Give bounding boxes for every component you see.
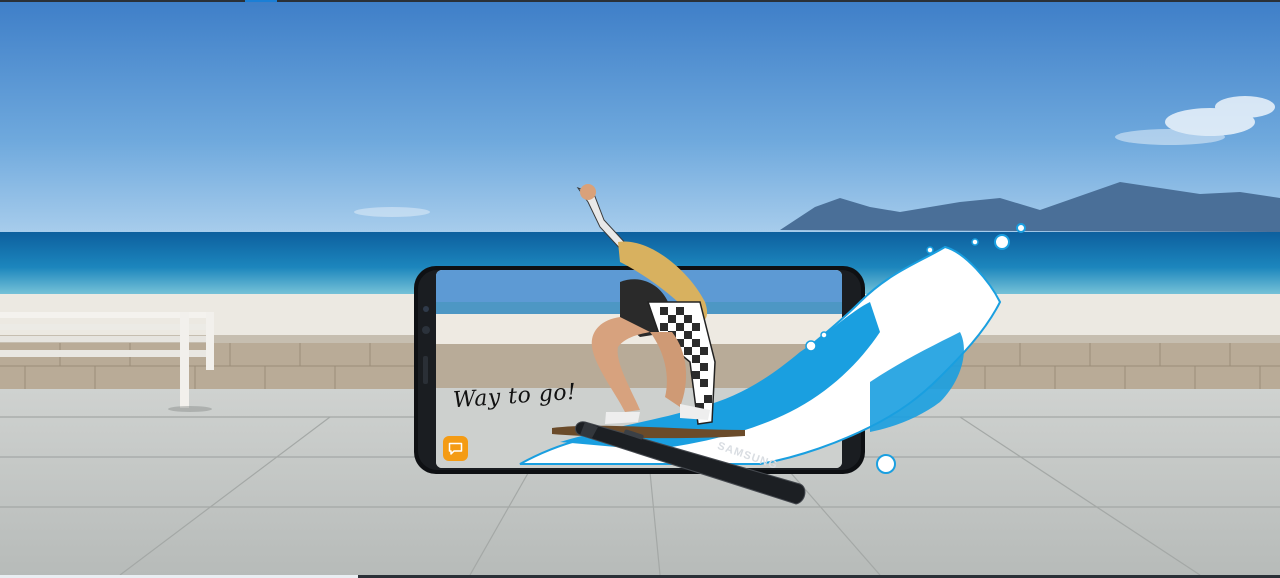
hero-slider: Way to go! SAMSUNG <box>0 0 1280 578</box>
hero-image <box>0 2 1280 575</box>
chat-bubble-icon <box>443 436 468 461</box>
